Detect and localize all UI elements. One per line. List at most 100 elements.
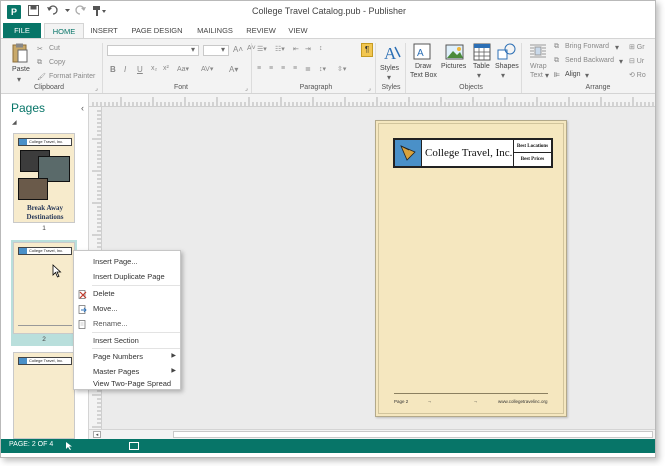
- page-thumbnail-1[interactable]: College Travel, Inc. Break Away Destinat…: [13, 133, 75, 223]
- font-name-dropdown-icon[interactable]: ▾: [191, 45, 195, 55]
- menu-item-page-numbers[interactable]: Page Numbers ▶: [74, 349, 180, 364]
- page-thumbnail-2[interactable]: College Travel, Inc.: [13, 242, 75, 334]
- menu-item-view-two-page-spread[interactable]: View Two-Page Spread: [74, 376, 180, 391]
- decrease-indent-icon[interactable]: ⇤: [293, 45, 299, 53]
- paste-button[interactable]: Paste: [12, 66, 30, 73]
- table-button[interactable]: Table: [473, 63, 490, 70]
- page-indicator[interactable]: PAGE: 2 OF 4: [9, 441, 53, 448]
- send-backward-icon[interactable]: ⧉: [554, 57, 559, 65]
- bring-forward-button[interactable]: Bring Forward: [565, 43, 609, 50]
- distribute-icon[interactable]: ≣: [305, 65, 311, 73]
- font-name-combo[interactable]: [107, 45, 199, 56]
- pictures-button[interactable]: Pictures: [441, 63, 466, 70]
- shapes-icon[interactable]: [497, 43, 516, 61]
- send-backward-dropdown-icon[interactable]: ▾: [619, 57, 623, 67]
- paragraph-group-label: Paragraph: [299, 84, 333, 91]
- paragraph-spacing-icon[interactable]: ⇳▾: [337, 65, 346, 73]
- align-icon[interactable]: ⊫: [554, 71, 560, 79]
- copy-button[interactable]: Copy: [49, 59, 65, 66]
- font-launcher-icon[interactable]: ⌟: [245, 84, 248, 94]
- change-case-icon[interactable]: Aa▾: [177, 65, 189, 73]
- group-separator: [375, 43, 376, 93]
- tab-mailings[interactable]: MAILINGS: [191, 23, 239, 39]
- superscript-icon[interactable]: x²: [163, 65, 169, 72]
- draw-text-box-line1[interactable]: Draw: [415, 63, 431, 70]
- clipboard-launcher-icon[interactable]: ⌟: [95, 84, 98, 94]
- table-icon[interactable]: [473, 43, 491, 61]
- expand-section-icon[interactable]: ◢: [12, 119, 17, 126]
- tab-file[interactable]: FILE: [3, 23, 41, 39]
- grow-font-icon[interactable]: A˄: [233, 45, 243, 54]
- menu-item-rename[interactable]: Rename...: [74, 316, 180, 331]
- align-dropdown-icon[interactable]: ▾: [585, 71, 589, 81]
- tab-review[interactable]: REVIEW: [241, 23, 281, 39]
- tab-home[interactable]: HOME: [44, 23, 84, 39]
- show-paragraph-marks-icon[interactable]: ¶: [361, 43, 373, 57]
- tab-page-design[interactable]: PAGE DESIGN: [125, 23, 189, 39]
- italic-button[interactable]: I: [124, 65, 126, 74]
- horizontal-ruler[interactable]: [89, 94, 655, 107]
- wrap-text-dropdown-icon[interactable]: ▾: [545, 71, 549, 81]
- align-button[interactable]: Align: [565, 71, 581, 78]
- align-left-icon[interactable]: ≡: [257, 65, 261, 72]
- menu-item-delete[interactable]: Delete: [74, 286, 180, 301]
- thumb-photo-3: [18, 178, 48, 200]
- subscript-icon[interactable]: x₂: [151, 65, 157, 72]
- draw-text-box-icon[interactable]: A: [413, 43, 431, 61]
- underline-button[interactable]: U: [137, 65, 143, 74]
- line-spacing-icon[interactable]: ↕▾: [319, 65, 326, 73]
- collapse-pane-icon[interactable]: ‹: [81, 103, 84, 113]
- company-header-block[interactable]: College Travel, Inc. Best Locations Best…: [393, 138, 553, 168]
- cut-icon[interactable]: ✂: [37, 45, 43, 53]
- justify-icon[interactable]: ≡: [293, 65, 297, 72]
- scrollbar-track[interactable]: [173, 431, 653, 438]
- sort-icon[interactable]: ↕: [319, 45, 323, 52]
- submenu-arrow-icon: ▶: [171, 353, 176, 359]
- draw-text-box-line2[interactable]: Text Box: [410, 72, 437, 79]
- character-spacing-icon[interactable]: AV▾: [201, 65, 213, 73]
- rotate-objects-icon[interactable]: ⟲ Ro: [629, 71, 646, 79]
- font-size-dropdown-icon[interactable]: ▾: [221, 45, 225, 55]
- shapes-dropdown-icon[interactable]: ▾: [501, 71, 505, 81]
- wrap-text-line2[interactable]: Text: [530, 72, 543, 79]
- wrap-text-line1[interactable]: Wrap: [530, 63, 547, 70]
- styles-button[interactable]: Styles: [380, 65, 399, 72]
- status-bar: PAGE: 2 OF 4: [1, 439, 655, 453]
- paste-icon[interactable]: [11, 43, 29, 63]
- format-painter-small-icon[interactable]: 🖌: [37, 73, 46, 81]
- menu-item-label: Delete: [93, 289, 115, 298]
- pictures-icon[interactable]: [445, 43, 464, 61]
- tab-view[interactable]: VIEW: [283, 23, 313, 39]
- document-page[interactable]: College Travel, Inc. Best Locations Best…: [375, 120, 567, 417]
- menu-item-insert-section[interactable]: Insert Section: [74, 333, 180, 348]
- format-painter-button[interactable]: Format Painter: [49, 73, 95, 80]
- font-size-combo[interactable]: [203, 45, 229, 56]
- table-dropdown-icon[interactable]: ▾: [477, 71, 481, 81]
- increase-indent-icon[interactable]: ⇥: [305, 45, 311, 53]
- align-right-icon[interactable]: ≡: [281, 65, 285, 72]
- font-color-icon[interactable]: A▾: [229, 65, 238, 74]
- bold-button[interactable]: B: [110, 65, 116, 74]
- horizontal-scrollbar[interactable]: ◂: [89, 429, 655, 439]
- paragraph-launcher-icon[interactable]: ⌟: [368, 84, 371, 94]
- page-thumbnail-3[interactable]: College Travel, Inc.: [13, 352, 75, 439]
- ungroup-objects-icon[interactable]: ⊟ Ur: [629, 57, 644, 65]
- numbering-icon[interactable]: ☷▾: [275, 45, 285, 53]
- tab-insert[interactable]: INSERT: [85, 23, 123, 39]
- shapes-button[interactable]: Shapes: [495, 63, 519, 70]
- align-center-icon[interactable]: ≡: [269, 65, 273, 72]
- cut-button[interactable]: Cut: [49, 45, 60, 52]
- scroll-left-icon[interactable]: ◂: [93, 431, 101, 438]
- styles-icon[interactable]: A: [382, 43, 401, 63]
- menu-item-insert-duplicate-page[interactable]: Insert Duplicate Page: [74, 269, 180, 284]
- bullets-icon[interactable]: ☰▾: [257, 45, 267, 53]
- styles-dropdown-icon[interactable]: ▾: [387, 73, 391, 83]
- bring-forward-dropdown-icon[interactable]: ▾: [615, 43, 619, 53]
- copy-icon[interactable]: ⧉: [37, 59, 42, 67]
- menu-item-insert-page[interactable]: Insert Page...: [74, 254, 180, 269]
- bring-forward-icon[interactable]: ⧉: [554, 43, 559, 51]
- wrap-text-icon[interactable]: [529, 43, 547, 61]
- menu-item-move[interactable]: Move...: [74, 301, 180, 316]
- group-objects-icon[interactable]: ⊞ Gr: [629, 43, 645, 51]
- send-backward-button[interactable]: Send Backward: [565, 57, 614, 64]
